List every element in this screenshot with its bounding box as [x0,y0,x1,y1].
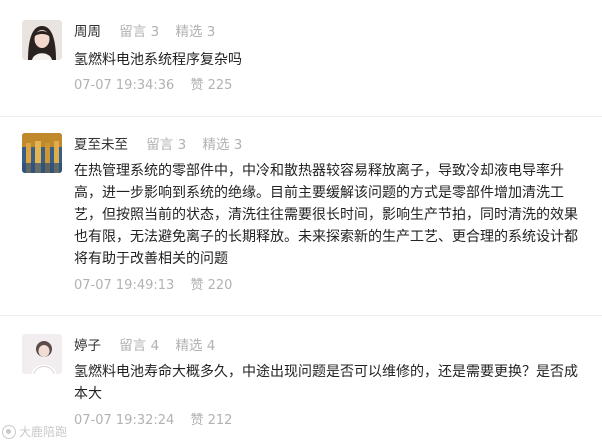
commenter-name[interactable]: 夏至未至 [74,137,128,153]
like-count[interactable]: 赞 225 [190,78,232,93]
comment-footer: 07-07 19:49:13 赞 220 [74,277,232,295]
comment-meta: 夏至未至 留言 3 精选 3 [74,136,254,154]
comment-item: 婷子 留言 4 精选 4 氢燃料电池寿命大概多久，中途出现问题是否可以维修的，还… [0,316,602,442]
avatar[interactable] [22,133,62,173]
comment-text: 氢燃料电池系统程序复杂吗 [74,52,242,68]
comment-text: 在热管理系统的零部件中，中冷和散热器较容易释放离子，导致冷却液电导率升高，进一步… [74,163,578,267]
comment-item: 夏至未至 留言 3 精选 3 在热管理系统的零部件中，中冷和散热器较容易释放离子… [0,117,602,315]
avatar[interactable] [22,334,62,374]
watermark: 大鹿陪跑 [2,423,67,440]
watermark-text: 大鹿陪跑 [19,425,68,439]
comment-meta: 周周 留言 3 精选 3 [74,23,227,41]
featured-count: 精选 4 [175,338,216,354]
featured-count: 精选 3 [202,137,243,153]
comment-item: 周周 留言 3 精选 3 氢燃料电池系统程序复杂吗 07-07 19:34:36… [0,0,602,116]
comment-timestamp: 07-07 19:34:36 [74,78,175,93]
commenter-name[interactable]: 周周 [74,24,101,40]
comment-footer: 07-07 19:34:36 赞 225 [74,77,232,95]
avatar[interactable] [22,20,62,60]
like-count[interactable]: 赞 220 [190,278,232,293]
watermark-logo-icon [2,424,16,439]
comment-timestamp: 07-07 19:32:24 [74,413,175,428]
comment-timestamp: 07-07 19:49:13 [74,278,175,293]
commenter-name[interactable]: 婷子 [74,338,101,354]
comment-text: 氢燃料电池寿命大概多久，中途出现问题是否可以维修的，还是需要更换？是否成本大 [74,364,578,402]
comment-footer: 07-07 19:32:24 赞 212 [74,412,232,430]
like-count[interactable]: 赞 212 [190,413,232,428]
messages-count: 留言 3 [119,24,160,40]
comment-meta: 婷子 留言 4 精选 4 [74,337,227,355]
featured-count: 精选 3 [175,24,216,40]
messages-count: 留言 4 [119,338,160,354]
messages-count: 留言 3 [146,137,187,153]
